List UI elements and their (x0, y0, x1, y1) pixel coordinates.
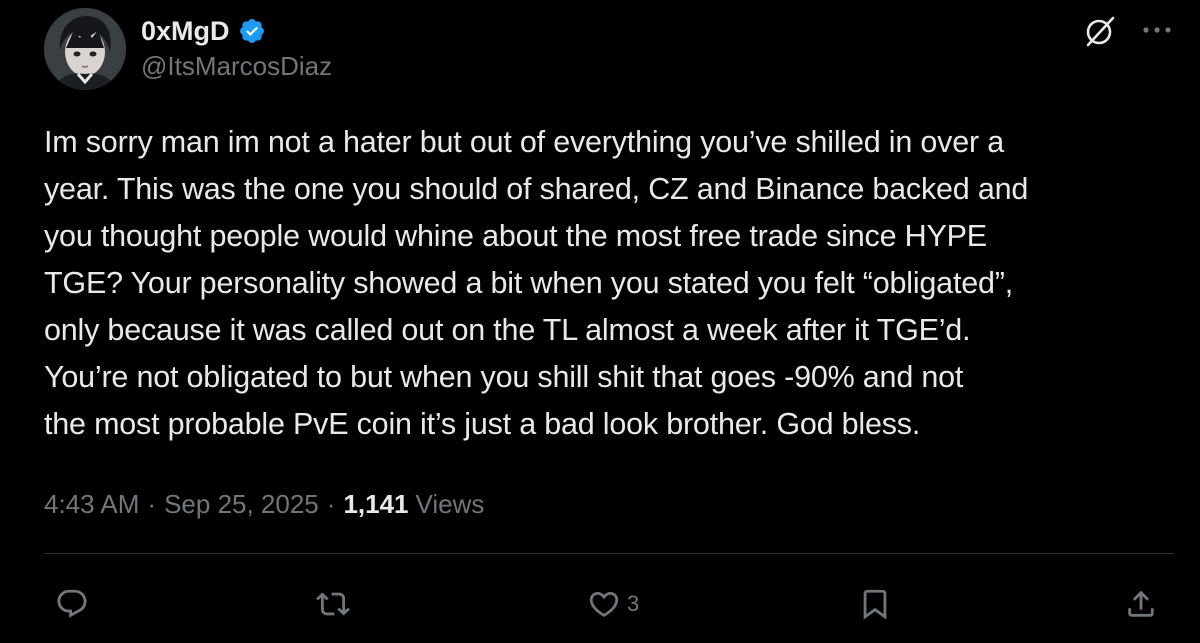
avatar-image (44, 8, 126, 90)
author-handle[interactable]: @ItsMarcosDiaz (141, 53, 332, 79)
views-label: Views (415, 488, 485, 519)
meta-separator: · (147, 488, 157, 519)
bookmark-icon (863, 589, 887, 620)
tweet-text-line: only because it was called out on the TL… (44, 313, 971, 347)
like-button[interactable]: 3 (587, 584, 639, 624)
tweet-time[interactable]: 4:43 AM (44, 489, 139, 520)
author-name-row: 0xMgD (141, 14, 266, 48)
grok-icon[interactable] (1083, 14, 1117, 48)
tweet-meta: 4:43 AM · Sep 25, 2025 · 1,141 Views (44, 486, 484, 522)
share-button[interactable] (1124, 584, 1158, 624)
heart-icon (589, 591, 619, 617)
reply-icon (57, 589, 87, 618)
views-count[interactable]: 1,141 (343, 489, 408, 520)
tweet-text: Im sorry man im not a hater but out of e… (44, 119, 1174, 448)
meta-separator: · (326, 488, 336, 519)
tweet-text-line: year. This was the one you should of sha… (44, 172, 1029, 206)
bookmark-button[interactable] (858, 584, 892, 624)
more-icon[interactable] (1140, 24, 1174, 36)
share-icon (1128, 590, 1154, 617)
tweet-text-line: you thought people would whine about the… (44, 219, 987, 253)
tweet-text-line: You’re not obligated to but when you shi… (44, 360, 964, 394)
repost-icon (316, 592, 350, 616)
tweet-text-line: TGE? Your personality showed a bit when … (44, 266, 1013, 300)
repost-button[interactable] (316, 584, 350, 624)
reply-button[interactable] (55, 584, 89, 624)
tweet-date[interactable]: Sep 25, 2025 (164, 489, 319, 520)
tweet-text-line: Im sorry man im not a hater but out of e… (44, 125, 1004, 159)
divider (44, 553, 1174, 554)
avatar[interactable] (44, 8, 126, 90)
display-name[interactable]: 0xMgD (141, 17, 230, 45)
tweet-text-line: the most probable PvE coin it’s just a b… (44, 407, 921, 441)
verified-badge-icon[interactable] (238, 17, 266, 45)
like-count: 3 (627, 591, 640, 616)
